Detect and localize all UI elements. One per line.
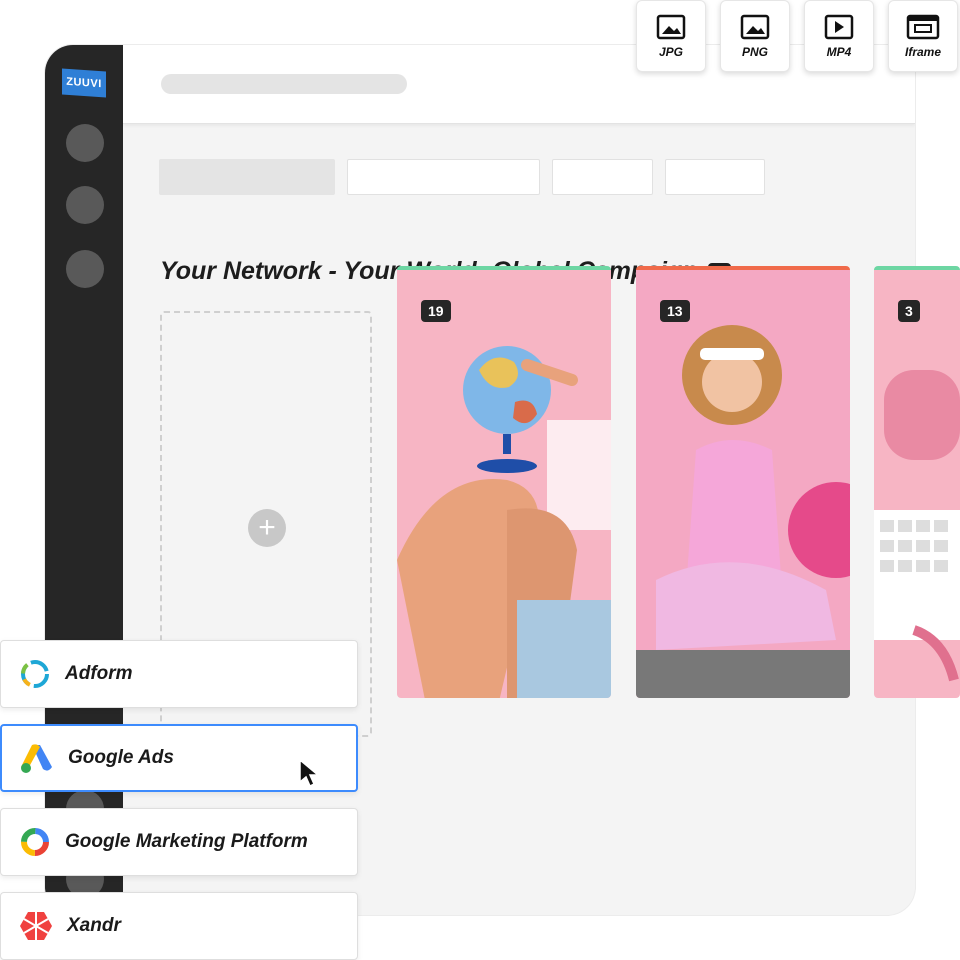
export-label: MP4 [826, 44, 852, 59]
export-mp4-button[interactable]: MP4 [804, 0, 874, 72]
woman-photo [636, 270, 850, 698]
top-bar [123, 45, 915, 124]
partner-label: Xandr [67, 915, 121, 936]
filter-tab-4[interactable] [665, 159, 765, 195]
partner-label: Google Ads [68, 747, 174, 768]
export-label: JPG [658, 44, 683, 59]
card-count-badge: 13 [660, 300, 690, 322]
creative-card-globe[interactable]: 19 [397, 266, 611, 698]
export-iframe-button[interactable]: Iframe [888, 0, 958, 72]
filter-tab-1[interactable] [159, 159, 335, 195]
xandr-icon [20, 912, 52, 940]
adform-icon [21, 660, 49, 688]
iframe-icon [906, 14, 940, 39]
partner-adform[interactable]: Adform [0, 640, 358, 708]
image-icon [740, 14, 770, 39]
export-png-button[interactable]: PNG [720, 0, 790, 72]
sidebar-nav-item-2[interactable] [66, 186, 104, 224]
partner-xandr[interactable]: Xandr [0, 892, 358, 960]
globe-photo [397, 270, 611, 698]
partner-label: Adform [65, 663, 133, 684]
export-label: Iframe [904, 44, 942, 59]
export-jpg-button[interactable]: JPG [636, 0, 706, 72]
google-ads-icon [21, 744, 52, 773]
filter-tab-3[interactable] [552, 159, 653, 195]
sidebar-nav-item-3[interactable] [66, 250, 104, 288]
creative-card-woman[interactable]: 13 [636, 266, 850, 698]
export-label: PNG [741, 44, 768, 59]
filter-tab-2[interactable] [347, 159, 540, 195]
sidebar-nav-item-1[interactable] [66, 124, 104, 162]
search-placeholder-bar[interactable] [161, 74, 407, 94]
mouse-cursor-icon [299, 758, 321, 788]
zuuvi-logo[interactable]: ZUUVI [62, 68, 106, 98]
partner-label: Google Marketing Platform [65, 831, 308, 852]
creative-card-phone[interactable]: 3 [874, 266, 960, 698]
google-marketing-platform-icon [21, 828, 49, 856]
card-count-badge: 3 [898, 300, 920, 322]
plus-icon[interactable]: + [248, 509, 286, 547]
card-count-badge: 19 [421, 300, 451, 322]
image-icon [656, 14, 686, 39]
phone-keyboard-photo [874, 270, 960, 698]
play-icon [824, 14, 854, 39]
partner-google-marketing-platform[interactable]: Google Marketing Platform [0, 808, 358, 876]
